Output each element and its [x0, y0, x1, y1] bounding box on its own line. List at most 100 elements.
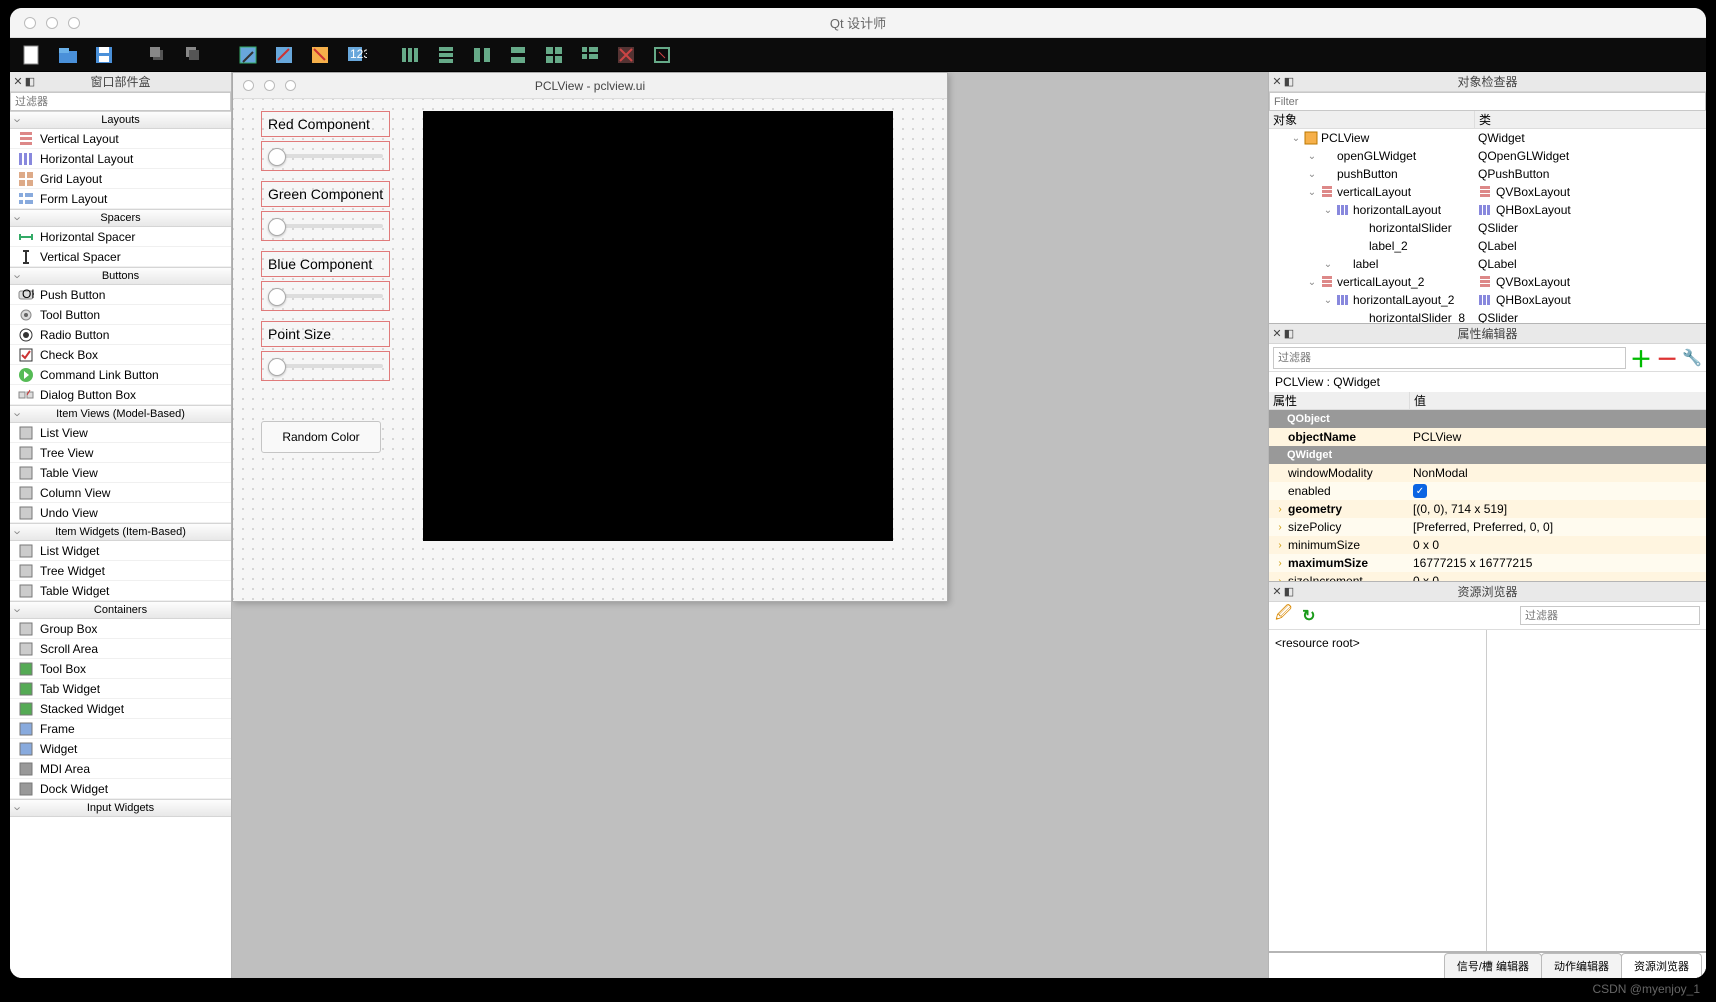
property-row[interactable]: windowModalityNonModal: [1269, 464, 1706, 482]
property-group[interactable]: QWidget: [1269, 446, 1706, 464]
property-row[interactable]: ›sizePolicy[Preferred, Preferred, 0, 0]: [1269, 518, 1706, 536]
layout-vertical-icon[interactable]: [430, 41, 462, 69]
layout-form-icon[interactable]: [574, 41, 606, 69]
form-min-icon[interactable]: [264, 80, 275, 91]
propeditor-filter[interactable]: [1273, 347, 1626, 369]
resource-root[interactable]: <resource root>: [1275, 636, 1360, 650]
widget-frame[interactable]: Frame: [10, 719, 231, 739]
property-row[interactable]: ›maximumSize16777215 x 16777215: [1269, 554, 1706, 572]
tab-resource-browser[interactable]: 资源浏览器: [1621, 953, 1702, 978]
break-layout-icon[interactable]: [610, 41, 642, 69]
widget-check-box[interactable]: Check Box: [10, 345, 231, 365]
widget-dialog-button-box[interactable]: Dialog Button Box: [10, 385, 231, 405]
category-item-widgets-item-based-[interactable]: Item Widgets (Item-Based): [10, 523, 231, 541]
widget-push-button[interactable]: OKPush Button: [10, 285, 231, 305]
widget-undo-view[interactable]: Undo View: [10, 503, 231, 523]
widget-tool-button[interactable]: Tool Button: [10, 305, 231, 325]
close-icon[interactable]: [24, 17, 36, 29]
tree-row[interactable]: ⌄PCLViewQWidget: [1269, 129, 1706, 147]
form-body[interactable]: Red Component Green Component Blue Compo…: [233, 99, 947, 601]
tree-row[interactable]: ⌄horizontalLayout_2QHBoxLayout: [1269, 291, 1706, 309]
random-color-button[interactable]: Random Color: [261, 421, 381, 453]
widget-tool-box[interactable]: Tool Box: [10, 659, 231, 679]
label-blue[interactable]: Blue Component: [261, 251, 390, 277]
widget-group-box[interactable]: Group Box: [10, 619, 231, 639]
widget-vertical-layout[interactable]: Vertical Layout: [10, 129, 231, 149]
zoom-icon[interactable]: [68, 17, 80, 29]
bring-front-icon[interactable]: [178, 41, 210, 69]
form-zoom-icon[interactable]: [285, 80, 296, 91]
dock-float-icon[interactable]: ◧: [1283, 76, 1295, 88]
widget-vertical-spacer[interactable]: Vertical Spacer: [10, 247, 231, 267]
widget-tab-widget[interactable]: Tab Widget: [10, 679, 231, 699]
widget-horizontal-layout[interactable]: Horizontal Layout: [10, 149, 231, 169]
layout-vsplit-icon[interactable]: [502, 41, 534, 69]
widget-table-widget[interactable]: Table Widget: [10, 581, 231, 601]
category-input-widgets[interactable]: Input Widgets: [10, 799, 231, 817]
tree-row[interactable]: horizontalSliderQSlider: [1269, 219, 1706, 237]
form-close-icon[interactable]: [243, 80, 254, 91]
send-back-icon[interactable]: [142, 41, 174, 69]
dock-close-icon[interactable]: ✕: [12, 76, 24, 88]
open-file-icon[interactable]: [52, 41, 84, 69]
dock-close-icon[interactable]: ✕: [1271, 586, 1283, 598]
category-item-views-model-based-[interactable]: Item Views (Model-Based): [10, 405, 231, 423]
label-red[interactable]: Red Component: [261, 111, 390, 137]
tab-signal-slot[interactable]: 信号/槽 编辑器: [1444, 953, 1542, 978]
slider-blue[interactable]: [261, 281, 390, 311]
widget-list-view[interactable]: List View: [10, 423, 231, 443]
tree-row[interactable]: label_2QLabel: [1269, 237, 1706, 255]
widgetbox-filter[interactable]: [10, 92, 231, 111]
edit-resources-icon[interactable]: 🖉: [1275, 602, 1292, 629]
new-file-icon[interactable]: [16, 41, 48, 69]
dock-close-icon[interactable]: ✕: [1271, 76, 1283, 88]
adjust-size-icon[interactable]: [646, 41, 678, 69]
tree-row[interactable]: ⌄verticalLayout_2QVBoxLayout: [1269, 273, 1706, 291]
tree-row[interactable]: horizontalSlider_8QSlider: [1269, 309, 1706, 323]
edit-widgets-icon[interactable]: [232, 41, 264, 69]
add-property-icon[interactable]: ＋: [1630, 342, 1652, 374]
resource-tree[interactable]: <resource root>: [1269, 630, 1487, 951]
edit-taborder-icon[interactable]: 123: [340, 41, 372, 69]
dock-float-icon[interactable]: ◧: [1283, 328, 1295, 340]
opengl-widget[interactable]: [423, 111, 893, 541]
edit-buddies-icon[interactable]: [304, 41, 336, 69]
widget-tree-widget[interactable]: Tree Widget: [10, 561, 231, 581]
category-containers[interactable]: Containers: [10, 601, 231, 619]
property-grid[interactable]: QObjectobjectNamePCLViewQWidgetwindowMod…: [1269, 410, 1706, 581]
widget-column-view[interactable]: Column View: [10, 483, 231, 503]
col-object[interactable]: 对象: [1269, 111, 1474, 128]
widget-tree-view[interactable]: Tree View: [10, 443, 231, 463]
widget-widget[interactable]: Widget: [10, 739, 231, 759]
widget-mdi-area[interactable]: MDI Area: [10, 759, 231, 779]
design-area[interactable]: PCLView - pclview.ui Red Component Green…: [232, 72, 1268, 978]
minimize-icon[interactable]: [46, 17, 58, 29]
slider-green[interactable]: [261, 211, 390, 241]
tree-row[interactable]: ⌄labelQLabel: [1269, 255, 1706, 273]
widget-scroll-area[interactable]: Scroll Area: [10, 639, 231, 659]
dock-float-icon[interactable]: ◧: [1283, 586, 1295, 598]
layout-grid-icon[interactable]: [538, 41, 570, 69]
inspector-tree[interactable]: ⌄PCLViewQWidget⌄openGLWidgetQOpenGLWidge…: [1269, 129, 1706, 323]
dock-float-icon[interactable]: ◧: [24, 76, 36, 88]
label-green[interactable]: Green Component: [261, 181, 390, 207]
widget-table-view[interactable]: Table View: [10, 463, 231, 483]
layout-horizontal-icon[interactable]: [394, 41, 426, 69]
widget-dock-widget[interactable]: Dock Widget: [10, 779, 231, 799]
resource-filter[interactable]: [1520, 606, 1700, 625]
category-spacers[interactable]: Spacers: [10, 209, 231, 227]
tree-row[interactable]: ⌄openGLWidgetQOpenGLWidget: [1269, 147, 1706, 165]
checkbox-icon[interactable]: ✓: [1413, 484, 1427, 498]
widget-list-widget[interactable]: List Widget: [10, 541, 231, 561]
property-row[interactable]: ›minimumSize0 x 0: [1269, 536, 1706, 554]
wrench-icon[interactable]: 🔧: [1682, 348, 1702, 368]
widget-radio-button[interactable]: Radio Button: [10, 325, 231, 345]
widget-form-layout[interactable]: Form Layout: [10, 189, 231, 209]
category-layouts[interactable]: Layouts: [10, 111, 231, 129]
remove-property-icon[interactable]: －: [1656, 342, 1678, 374]
col-value[interactable]: 值: [1409, 392, 1706, 409]
dock-close-icon[interactable]: ✕: [1271, 328, 1283, 340]
widget-command-link-button[interactable]: Command Link Button: [10, 365, 231, 385]
widget-stacked-widget[interactable]: Stacked Widget: [10, 699, 231, 719]
property-row[interactable]: objectNamePCLView: [1269, 428, 1706, 446]
